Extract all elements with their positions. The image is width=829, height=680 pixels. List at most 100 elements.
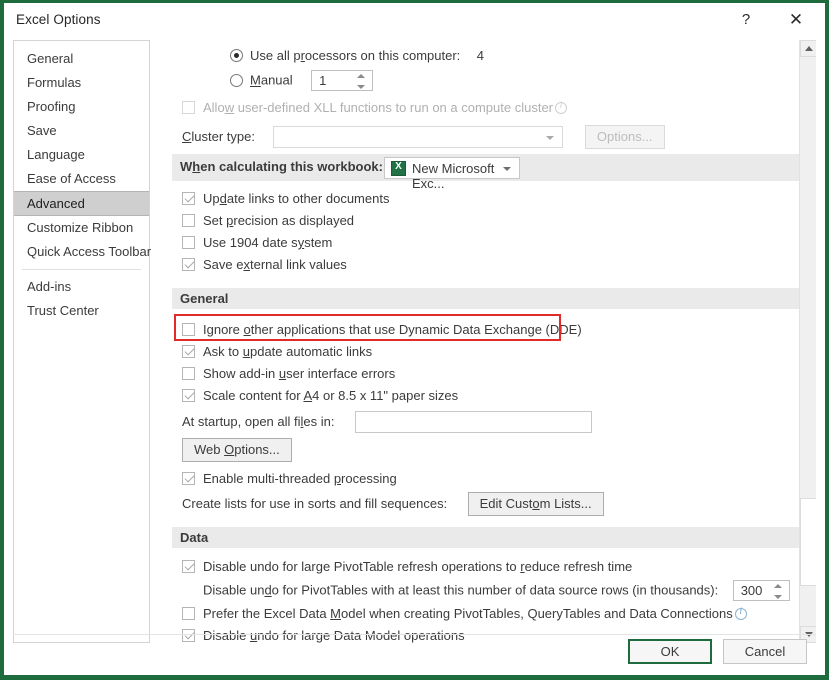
save-external-links-row[interactable]: Save external link values	[182, 256, 347, 274]
stepper-arrows[interactable]	[773, 583, 783, 600]
scale-content-label: Scale content for A4 or 8.5 x 11" paper …	[203, 388, 459, 403]
save-external-links-checkbox[interactable]	[182, 258, 195, 271]
allow-xll-row: Allow user-defined XLL functions to run …	[182, 99, 568, 117]
date-system-row[interactable]: Use 1904 date system	[182, 234, 332, 252]
startup-folder-row: At startup, open all files in:	[182, 411, 592, 433]
sidebar-item-ease-of-access[interactable]: Ease of Access	[14, 167, 149, 191]
excel-file-icon	[391, 161, 406, 176]
use-all-processors-label: Use all processors on this computer:	[250, 48, 461, 63]
prefer-data-model-checkbox[interactable]	[182, 607, 195, 620]
disable-undo-pivot-checkbox[interactable]	[182, 560, 195, 573]
processor-count-value: 4	[476, 48, 484, 63]
workbook-selector-value: New Microsoft Exc...	[412, 161, 495, 191]
startup-folder-input[interactable]	[354, 411, 592, 433]
sidebar-item-language[interactable]: Language	[14, 143, 149, 167]
set-precision-row[interactable]: Set precision as displayed	[182, 212, 354, 230]
show-addin-errors-label: Show add-in user interface errors	[203, 366, 396, 381]
footer-divider	[13, 634, 816, 635]
help-icon[interactable]: ?	[724, 3, 768, 36]
ok-button[interactable]: OK	[628, 639, 712, 664]
manual-processors-row[interactable]: Manual 1	[230, 70, 374, 91]
sidebar-item-trust-center[interactable]: Trust Center	[14, 299, 149, 323]
page-title: Excel Options	[16, 12, 101, 27]
general-section-title: General	[180, 291, 229, 306]
manual-radio[interactable]	[230, 73, 243, 87]
set-precision-label: Set precision as displayed	[203, 213, 355, 228]
use-all-processors-radio[interactable]	[230, 49, 243, 62]
allow-xll-label: Allow user-defined XLL functions to run …	[203, 100, 554, 115]
scale-content-checkbox[interactable]	[182, 389, 195, 402]
cluster-type-label: Cluster type:	[182, 129, 255, 145]
pivot-rows-value: 300	[740, 583, 763, 598]
scrollbar-thumb[interactable]	[800, 498, 816, 586]
update-links-checkbox[interactable]	[182, 192, 195, 205]
web-options-button[interactable]: Web Options...	[182, 438, 292, 462]
sidebar-item-add-ins[interactable]: Add-ins	[14, 275, 149, 299]
scale-content-row[interactable]: Scale content for A4 or 8.5 x 11" paper …	[182, 387, 458, 405]
disable-undo-pivot-label: Disable undo for large PivotTable refres…	[203, 559, 633, 574]
manual-label: Manual	[250, 72, 293, 88]
ask-update-links-row[interactable]: Ask to update automatic links	[182, 343, 372, 361]
sidebar-item-advanced[interactable]: Advanced	[14, 191, 149, 216]
sidebar-divider	[22, 269, 141, 270]
ask-update-links-checkbox[interactable]	[182, 345, 195, 358]
startup-folder-label: At startup, open all files in:	[182, 414, 335, 430]
pivot-rows-threshold-label: Disable undo for PivotTables with at lea…	[203, 582, 719, 598]
sidebar-item-customize-ribbon[interactable]: Customize Ribbon	[14, 216, 149, 240]
workbook-selector-dropdown[interactable]: New Microsoft Exc...	[384, 157, 520, 191]
cancel-button[interactable]: Cancel	[723, 639, 807, 664]
scroll-up-arrow-icon[interactable]	[800, 40, 816, 57]
show-addin-errors-checkbox[interactable]	[182, 367, 195, 380]
use-all-processors-row[interactable]: Use all processors on this computer: 4	[230, 47, 484, 65]
ignore-dde-row[interactable]: Ignore other applications that use Dynam…	[182, 321, 582, 339]
ignore-dde-checkbox[interactable]	[182, 323, 195, 336]
update-links-row[interactable]: Update links to other documents	[182, 190, 389, 208]
prefer-data-model-row[interactable]: Prefer the Excel Data Model when creatin…	[182, 605, 747, 623]
edit-custom-lists-button[interactable]: Edit Custom Lists...	[467, 492, 604, 516]
sidebar-item-proofing[interactable]: Proofing	[14, 95, 149, 119]
disable-undo-pivot-row[interactable]: Disable undo for large PivotTable refres…	[182, 558, 632, 576]
when-calculating-label: When calculating this workbook:	[180, 159, 383, 174]
multithreaded-label: Enable multi-threaded processing	[203, 471, 397, 486]
save-external-links-label: Save external link values	[203, 257, 347, 272]
data-section-title: Data	[180, 530, 209, 545]
update-links-label: Update links to other documents	[203, 191, 390, 206]
multithreaded-row[interactable]: Enable multi-threaded processing	[182, 470, 397, 488]
content-scrollbar[interactable]	[799, 40, 816, 643]
multithreaded-checkbox[interactable]	[182, 472, 195, 485]
cluster-options-button[interactable]: Options...	[584, 125, 665, 149]
allow-xll-checkbox	[182, 101, 195, 114]
create-lists-label: Create lists for use in sorts and fill s…	[182, 496, 448, 512]
date-system-label: Use 1904 date system	[203, 235, 333, 250]
cluster-type-dropdown[interactable]	[273, 126, 564, 148]
sidebar-item-quick-access-toolbar[interactable]: Quick Access Toolbar	[14, 240, 151, 264]
pivot-rows-stepper[interactable]: 300	[732, 580, 790, 601]
date-system-checkbox[interactable]	[182, 236, 195, 249]
prefer-data-model-label: Prefer the Excel Data Model when creatin…	[203, 606, 733, 621]
cluster-type-row: Cluster type: Options...	[182, 125, 665, 149]
manual-processor-stepper[interactable]: 1	[311, 70, 374, 91]
chevron-down-icon	[503, 167, 511, 171]
ignore-dde-label: Ignore other applications that use Dynam…	[203, 322, 582, 337]
info-icon	[555, 100, 568, 114]
ask-update-links-label: Ask to update automatic links	[203, 344, 373, 359]
when-calculating-header: When calculating this workbook: New Micr…	[172, 154, 804, 191]
excel-options-dialog: Excel Options ? ✕ General Formulas Proof…	[0, 0, 829, 680]
sidebar-item-save[interactable]: Save	[14, 119, 149, 143]
stepper-arrows[interactable]	[357, 73, 366, 90]
sidebar-item-general[interactable]: General	[14, 47, 149, 71]
set-precision-checkbox[interactable]	[182, 214, 195, 227]
chevron-down-icon	[546, 136, 555, 140]
dialog-footer: OK Cancel	[13, 639, 816, 669]
info-icon[interactable]	[734, 606, 747, 620]
manual-processor-value: 1	[319, 73, 327, 88]
general-section-header: General	[172, 288, 804, 309]
data-section-header: Data	[172, 527, 804, 548]
show-addin-errors-row[interactable]: Show add-in user interface errors	[182, 365, 395, 383]
close-icon[interactable]: ✕	[774, 3, 818, 36]
sidebar-item-formulas[interactable]: Formulas	[14, 71, 149, 95]
title-bar: Excel Options ? ✕	[4, 3, 825, 37]
pivot-rows-threshold-row: Disable undo for PivotTables with at lea…	[203, 580, 790, 601]
options-content-panel: Use all processors on this computer: 4 M…	[162, 40, 816, 643]
web-options-row: Web Options...	[182, 438, 292, 462]
